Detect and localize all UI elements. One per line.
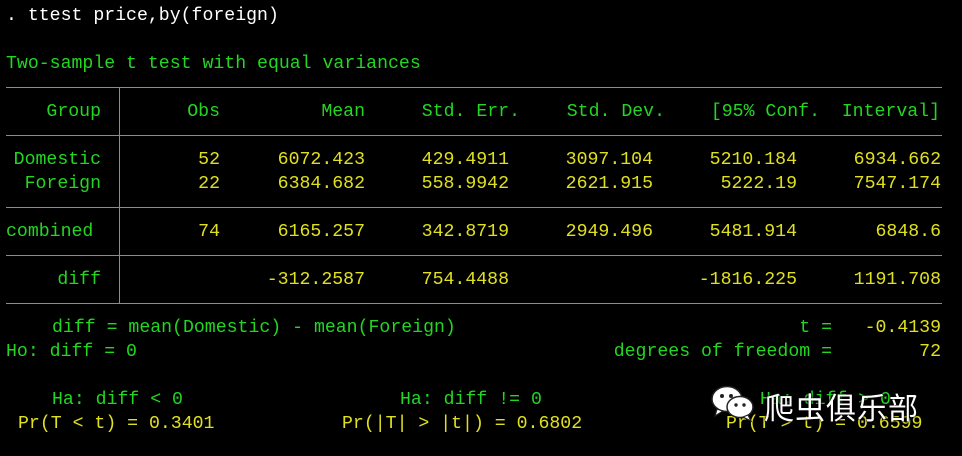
- header-obs: Obs: [187, 102, 220, 122]
- ha-middle-label: Ha: diff != 0: [400, 390, 542, 410]
- table-top-rule: [6, 87, 942, 88]
- t-stat-label: t =: [799, 318, 832, 338]
- cell-obs: 52: [198, 150, 220, 170]
- cell-std-err: 558.9942: [421, 174, 509, 194]
- diff-definition: diff = mean(Domestic) - mean(Foreign): [52, 318, 456, 338]
- cell-conf-low: 5210.184: [709, 150, 797, 170]
- null-hypothesis: Ho: diff = 0: [6, 342, 137, 362]
- cell-std-err: 342.8719: [421, 222, 509, 242]
- t-stat-value: -0.4139: [864, 318, 941, 338]
- cell-conf-low: 5481.914: [709, 222, 797, 242]
- cell-conf-high: 6848.6: [875, 222, 942, 242]
- ha-middle-p: Pr(|T| > |t|) = 0.6802: [342, 414, 583, 434]
- group-column-divider: [119, 87, 120, 303]
- cell-conf-high: 6934.662: [853, 150, 941, 170]
- header-std-err: Std. Err.: [421, 102, 520, 122]
- cell-conf-high: 7547.174: [853, 174, 941, 194]
- cell-obs: 74: [198, 222, 220, 242]
- command-line: . ttest price,by(foreign): [6, 6, 279, 26]
- cell-mean: 6072.423: [277, 150, 365, 170]
- watermark-text: 爬虫俱乐部: [764, 392, 919, 427]
- header-rule: [6, 135, 942, 136]
- row-group-label: diff: [57, 270, 101, 290]
- cell-std-dev: 2621.915: [565, 174, 653, 194]
- cell-std-err: 754.4488: [421, 270, 509, 290]
- cell-mean: 6165.257: [277, 222, 365, 242]
- cell-mean: -312.2587: [266, 270, 365, 290]
- cell-conf-low: -1816.225: [698, 270, 797, 290]
- cell-conf-low: 5222.19: [720, 174, 797, 194]
- header-group: Group: [46, 102, 101, 122]
- row-group-label: combined: [6, 222, 94, 242]
- cell-std-err: 429.4911: [421, 150, 509, 170]
- table-bottom-rule: [6, 303, 942, 304]
- df-value: 72: [919, 342, 941, 362]
- cell-std-dev: 2949.496: [565, 222, 653, 242]
- groups-rule: [6, 207, 942, 208]
- df-label: degrees of freedom =: [613, 342, 832, 362]
- ha-left-label: Ha: diff < 0: [52, 390, 183, 410]
- header-mean: Mean: [321, 102, 365, 122]
- header-std-dev: Std. Dev.: [566, 102, 665, 122]
- header-conf-high: Interval]: [841, 102, 940, 122]
- cell-std-dev: 3097.104: [565, 150, 653, 170]
- header-conf-low: [95% Conf.: [710, 102, 820, 122]
- ha-left-p: Pr(T < t) = 0.3401: [18, 414, 215, 434]
- watermark: 爬虫俱乐部: [710, 384, 919, 428]
- cell-conf-high: 1191.708: [853, 270, 941, 290]
- test-title: Two-sample t test with equal variances: [6, 54, 421, 74]
- stata-results-window: { "command": ". ttest price,by(foreign)"…: [0, 0, 962, 456]
- cell-obs: 22: [198, 174, 220, 194]
- row-group-label: Domestic: [13, 150, 101, 170]
- row-group-label: Foreign: [24, 174, 101, 194]
- combined-rule: [6, 255, 942, 256]
- cell-mean: 6384.682: [277, 174, 365, 194]
- wechat-icon: [710, 383, 756, 429]
